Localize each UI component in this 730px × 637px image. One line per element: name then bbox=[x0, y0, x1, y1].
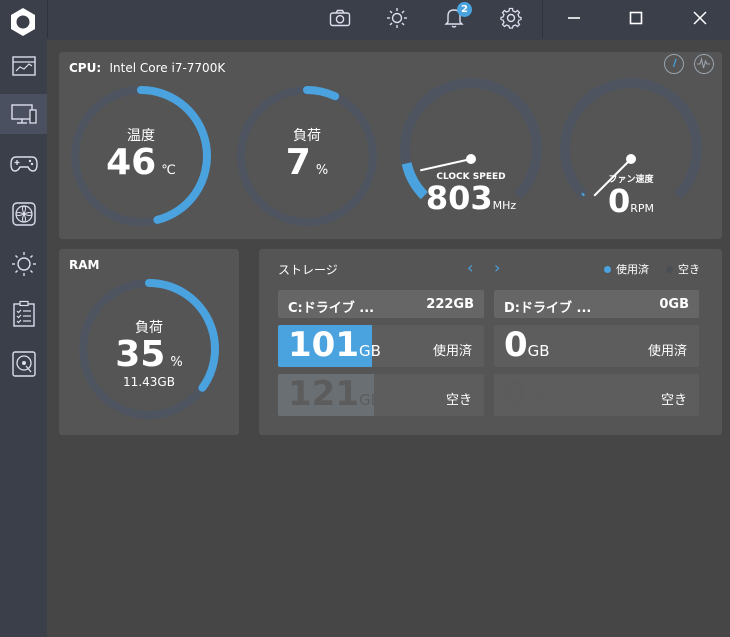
drive-d-used-label: 使用済 bbox=[647, 344, 687, 359]
legend-free-dot bbox=[666, 265, 673, 273]
chevron-left-icon[interactable]: ‹ bbox=[467, 258, 473, 277]
cpu-temp-value: 46 bbox=[106, 142, 157, 183]
drive-d-free-label: 空き bbox=[660, 393, 687, 408]
drive-c-used-bar: 101GB 使用済 bbox=[278, 325, 484, 367]
fan-icon bbox=[11, 202, 36, 226]
fan-speed-unit: RPM bbox=[630, 202, 655, 215]
app-logo-icon[interactable] bbox=[6, 5, 40, 39]
maximize-icon[interactable] bbox=[616, 0, 656, 36]
close-icon[interactable] bbox=[680, 0, 720, 36]
fan-speed-label: ファン速度 bbox=[608, 175, 654, 185]
legend-used: 使用済 bbox=[604, 261, 649, 277]
dashboard-icon bbox=[11, 56, 36, 76]
fan-speed-readout: ファン速度 0RPM bbox=[556, 172, 706, 217]
title-bar: 2 bbox=[0, 0, 730, 40]
drive-d-free-bar: 0GB 空き bbox=[494, 374, 699, 416]
waveform-icon[interactable] bbox=[694, 54, 714, 74]
gamepad-icon bbox=[9, 156, 38, 172]
legend-used-dot bbox=[604, 265, 611, 273]
cpu-model: Intel Core i7-7700K bbox=[109, 61, 226, 75]
drive-c-free-bar: 121GB 空き bbox=[278, 374, 484, 416]
ram-load-value: 35 bbox=[115, 334, 166, 375]
drive-c-header[interactable]: C:ドライブ ... 222GB bbox=[278, 290, 484, 318]
minimize-icon[interactable] bbox=[554, 0, 594, 36]
ram-load-unit: % bbox=[170, 355, 183, 370]
gear-icon[interactable] bbox=[491, 0, 531, 36]
clock-speed-value: 803 bbox=[425, 179, 493, 217]
drive-c-size: 222GB bbox=[426, 297, 474, 312]
ram-load-readout: 負荷 35 % 11.43GB bbox=[74, 317, 224, 389]
sidebar-item-disk[interactable] bbox=[0, 344, 47, 384]
legend-free-label: 空き bbox=[678, 263, 700, 276]
clock-speed-readout: CLOCK SPEED 803MHz bbox=[396, 172, 546, 214]
drive-c-free-value: 121GB bbox=[288, 374, 381, 414]
disk-icon bbox=[11, 351, 36, 377]
drive-d-size: 0GB bbox=[659, 297, 689, 312]
drive-c-used-label: 使用済 bbox=[432, 344, 472, 359]
cpu-temp-readout: 温度 46 ℃ bbox=[66, 125, 216, 181]
legend-used-label: 使用済 bbox=[616, 263, 649, 276]
sidebar-item-hardware[interactable] bbox=[0, 94, 47, 134]
storage-title: ストレージ bbox=[278, 263, 338, 277]
fan-speed-dial-hub bbox=[626, 154, 636, 164]
cpu-load-value: 7 bbox=[285, 142, 311, 183]
clock-speed-unit: MHz bbox=[492, 199, 517, 212]
sidebar-item-lighting[interactable] bbox=[0, 244, 47, 284]
ram-amount: 11.43GB bbox=[123, 375, 175, 389]
chevron-right-icon[interactable]: › bbox=[494, 258, 500, 277]
bell-icon[interactable]: 2 bbox=[434, 0, 474, 36]
legend-free: 空き bbox=[666, 261, 700, 277]
fan-speed-value: 0 bbox=[607, 182, 631, 220]
ram-label: RAM bbox=[69, 258, 100, 272]
drive-c-name: C:ドライブ ... bbox=[288, 301, 375, 316]
monitor-icon bbox=[10, 104, 37, 124]
drive-c-used-value: 101GB bbox=[288, 325, 381, 365]
sidebar-item-dashboard[interactable] bbox=[0, 46, 47, 86]
drive-d-header[interactable]: D:ドライブ ... 0GB bbox=[494, 290, 699, 318]
camera-icon[interactable] bbox=[320, 0, 360, 36]
cpu-load-unit: % bbox=[315, 163, 329, 178]
drive-d-name: D:ドライブ ... bbox=[504, 301, 592, 316]
drive-d-used-value: 0GB bbox=[504, 325, 550, 365]
clipboard-icon bbox=[12, 300, 35, 327]
light-icon bbox=[11, 252, 36, 276]
cpu-temp-unit: ℃ bbox=[161, 163, 176, 178]
notification-badge: 2 bbox=[457, 2, 472, 17]
cpu-load-readout: 負荷 7 % bbox=[232, 125, 382, 181]
drive-d-free-value: 0GB bbox=[504, 374, 550, 414]
sidebar bbox=[0, 40, 47, 637]
clock-speed-dial-needle bbox=[420, 158, 472, 172]
sidebar-item-report[interactable] bbox=[0, 294, 47, 334]
speedometer-icon[interactable] bbox=[664, 54, 684, 74]
clock-speed-dial-hub bbox=[466, 154, 476, 164]
sidebar-item-fan[interactable] bbox=[0, 194, 47, 234]
cpu-label: CPU: Intel Core i7-7700K bbox=[69, 61, 226, 75]
drive-c-free-label: 空き bbox=[445, 393, 472, 408]
drive-d-used-bar: 0GB 使用済 bbox=[494, 325, 699, 367]
cpu-load-gauge-fill bbox=[303, 86, 340, 101]
sidebar-item-game[interactable] bbox=[0, 144, 47, 184]
brightness-icon[interactable] bbox=[377, 0, 417, 36]
